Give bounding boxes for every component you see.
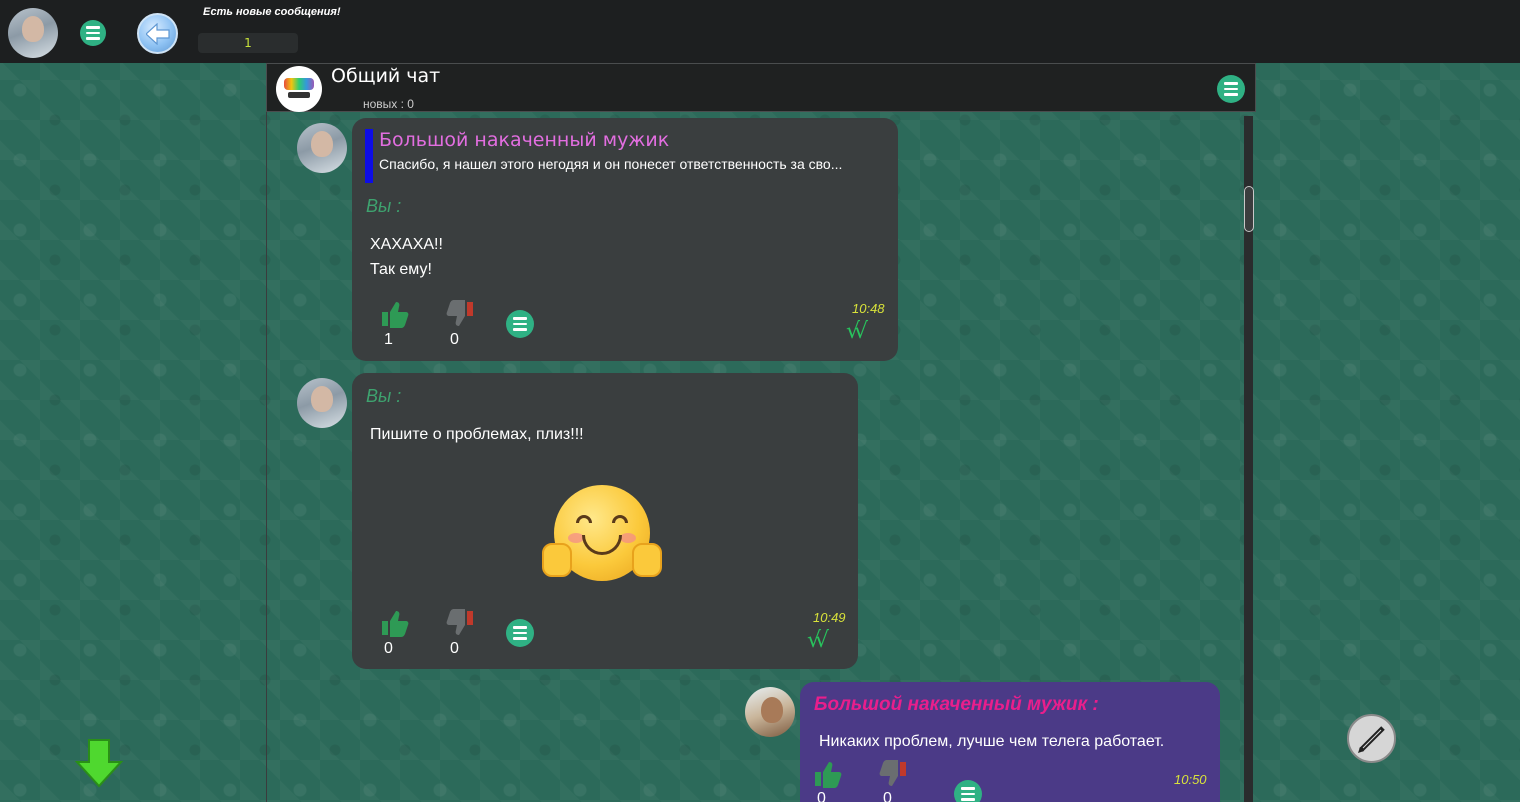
like-icon[interactable]	[380, 609, 410, 637]
quote-author: Большой накаченный мужик	[379, 129, 670, 151]
message-text: Никаких проблем, лучше чем телега работа…	[819, 733, 1165, 750]
user-avatar[interactable]	[8, 8, 58, 58]
menu-icon	[513, 317, 527, 320]
message-text: ХАХАХА!!	[370, 236, 443, 253]
message-avatar[interactable]	[297, 123, 347, 173]
like-count: 1	[384, 331, 393, 348]
read-status-checks: √√	[807, 628, 829, 653]
smiling-face-emoji	[542, 485, 662, 581]
message-time: 10:49	[813, 610, 846, 625]
dislike-icon[interactable]	[445, 300, 475, 328]
message-time: 10:48	[852, 301, 885, 316]
menu-icon	[961, 787, 975, 790]
message-time: 10:50	[1174, 772, 1207, 787]
like-count: 0	[817, 790, 826, 802]
chat-title: Общий чат	[331, 65, 441, 87]
new-messages-count[interactable]: 1	[198, 33, 298, 53]
scroll-down-icon[interactable]	[75, 738, 123, 788]
message-sender: Вы :	[366, 196, 402, 216]
new-messages-notice: Есть новые сообщения!	[203, 6, 341, 18]
chat-new-count: новых : 0	[363, 97, 414, 111]
message-menu-button[interactable]	[954, 780, 982, 802]
chat-logo	[276, 66, 322, 112]
message-text: Так ему!	[370, 261, 432, 278]
scrollbar-thumb[interactable]	[1244, 186, 1254, 232]
message-menu-button[interactable]	[506, 619, 534, 647]
message-avatar[interactable]	[297, 378, 347, 428]
menu-icon	[513, 626, 527, 629]
message-menu-button[interactable]	[506, 310, 534, 338]
back-arrow-icon	[146, 23, 170, 45]
main-menu-button[interactable]	[80, 20, 106, 46]
dislike-icon[interactable]	[445, 609, 475, 637]
chat-menu-button[interactable]	[1217, 75, 1245, 103]
like-icon[interactable]	[813, 760, 843, 788]
message-bubble[interactable]: Вы : Пишите о проблемах, плиз!!! 0 0 10:…	[352, 373, 858, 669]
message-bubble[interactable]: Большой накаченный мужик : Никаких пробл…	[800, 682, 1220, 802]
message-avatar[interactable]	[745, 687, 795, 737]
dislike-count: 0	[450, 640, 459, 657]
menu-icon	[1224, 82, 1238, 85]
top-bar: Есть новые сообщения! 1	[0, 0, 1520, 63]
like-icon[interactable]	[380, 300, 410, 328]
like-count: 0	[384, 640, 393, 657]
message-text: Пишите о проблемах, плиз!!!	[370, 426, 584, 443]
message-sender: Большой накаченный мужик :	[814, 694, 1099, 715]
message-sender: Вы :	[366, 386, 402, 406]
dislike-icon[interactable]	[878, 760, 908, 788]
compose-button[interactable]	[1347, 714, 1396, 763]
pencil-icon	[1358, 726, 1385, 753]
chat-header: Общий чат новых : 0	[266, 63, 1256, 112]
menu-icon	[86, 26, 100, 29]
dislike-count: 0	[450, 331, 459, 348]
back-button[interactable]	[137, 13, 178, 54]
quote-text: Спасибо, я нашел этого негодяя и он поне…	[379, 156, 843, 172]
dislike-count: 0	[883, 790, 892, 802]
read-status-checks: √√	[846, 319, 868, 344]
reply-quote[interactable]: Большой накаченный мужик Спасибо, я наше…	[365, 129, 879, 183]
message-bubble[interactable]: Большой накаченный мужик Спасибо, я наше…	[352, 118, 898, 361]
